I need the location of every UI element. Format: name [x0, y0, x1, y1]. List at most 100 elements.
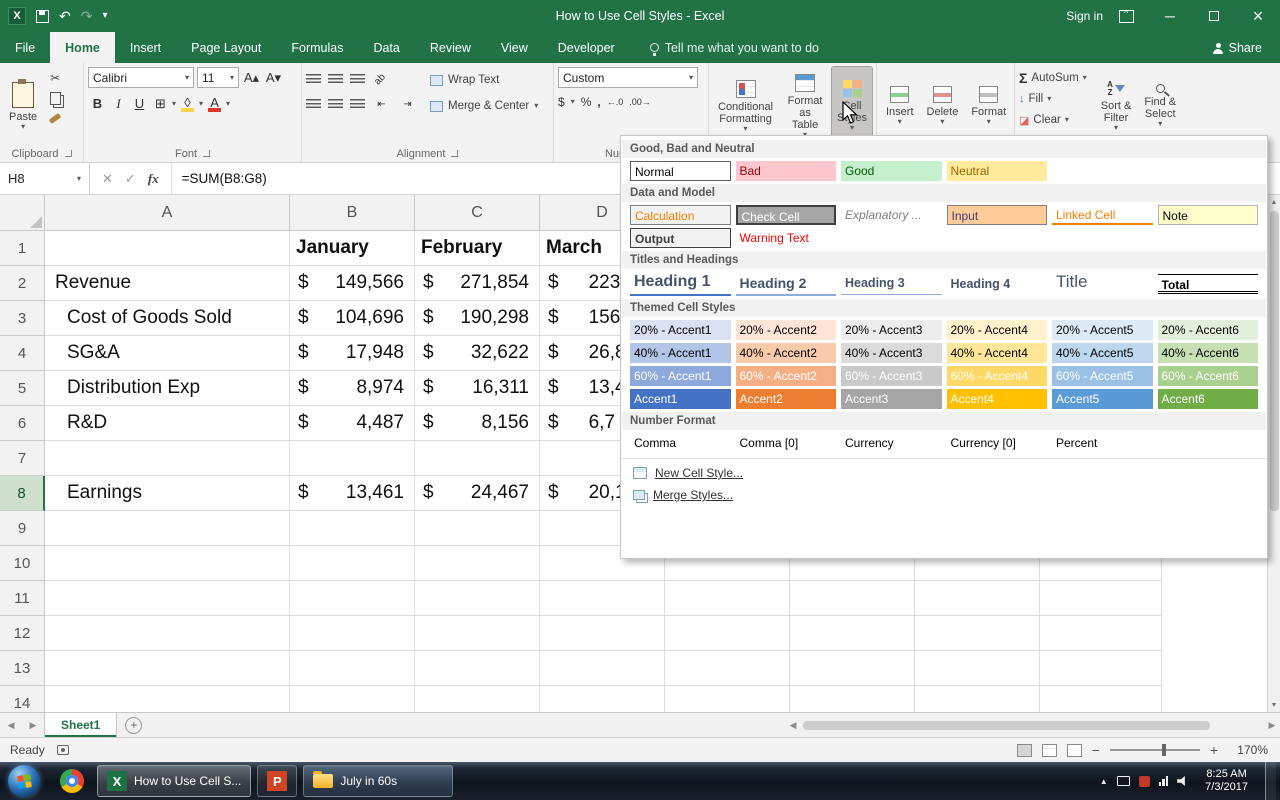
- cell-style-currency-0[interactable]: Currency [0]: [947, 433, 1048, 453]
- close-button[interactable]: ×: [1236, 0, 1280, 32]
- cell-B3[interactable]: $104,696: [290, 301, 415, 336]
- excel-taskbar-button[interactable]: X How to Use Cell S...: [97, 765, 252, 797]
- cell-style-total[interactable]: Total: [1157, 274, 1258, 294]
- row-header-11[interactable]: 11: [0, 581, 45, 616]
- cell-style-60-accent1[interactable]: 60% - Accent1: [630, 366, 731, 386]
- page-break-view-icon[interactable]: [1066, 743, 1082, 757]
- cell-style-20-accent5[interactable]: 20% - Accent5: [1052, 320, 1153, 340]
- sign-in-button[interactable]: Sign in: [1066, 9, 1103, 23]
- volume-icon[interactable]: [1177, 776, 1185, 786]
- select-all-corner[interactable]: [0, 195, 45, 231]
- excel-app-icon[interactable]: X: [8, 7, 26, 25]
- cell-style-60-accent2[interactable]: 60% - Accent2: [735, 366, 836, 386]
- cell-style-20-accent4[interactable]: 20% - Accent4: [946, 320, 1047, 340]
- cell-C6[interactable]: $8,156: [415, 406, 540, 441]
- cell-style-title[interactable]: Title: [1052, 272, 1153, 296]
- row-header-12[interactable]: 12: [0, 616, 45, 651]
- row-header-3[interactable]: 3: [0, 301, 45, 336]
- cell-B4[interactable]: $17,948: [290, 336, 415, 371]
- tab-insert[interactable]: Insert: [115, 32, 176, 63]
- network-icon[interactable]: [1158, 776, 1169, 786]
- cell-D14[interactable]: [540, 686, 665, 712]
- sheet-tab-sheet1[interactable]: Sheet1: [44, 713, 118, 737]
- align-center-icon[interactable]: [328, 99, 343, 110]
- fill-color-button[interactable]: ◊: [178, 95, 197, 112]
- cell-style-check-cell[interactable]: Check Cell: [735, 205, 836, 225]
- copy-button[interactable]: [45, 89, 65, 107]
- cell-style-accent1[interactable]: Accent1: [630, 389, 731, 409]
- font-size-select[interactable]: 11 ▾: [197, 67, 239, 88]
- tab-page-layout[interactable]: Page Layout: [176, 32, 276, 63]
- cell-A12[interactable]: [45, 616, 290, 651]
- cancel-formula-icon[interactable]: ✕: [102, 171, 113, 187]
- horizontal-scroll-thumb[interactable]: [803, 720, 1211, 730]
- align-bottom-icon[interactable]: [350, 74, 365, 85]
- row-header-9[interactable]: 9: [0, 511, 45, 546]
- cell-empty[interactable]: [915, 651, 1040, 686]
- decrease-indent-icon[interactable]: ⇤: [372, 95, 391, 114]
- tab-home[interactable]: Home: [50, 32, 115, 63]
- font-name-select[interactable]: Calibri ▾: [88, 67, 194, 88]
- cell-A10[interactable]: [45, 546, 290, 581]
- italic-button[interactable]: I: [109, 94, 128, 113]
- cut-button[interactable]: ✂: [45, 69, 65, 87]
- tab-data[interactable]: Data: [358, 32, 414, 63]
- cell-style-percent[interactable]: Percent: [1052, 433, 1153, 453]
- cell-C12[interactable]: [415, 616, 540, 651]
- orientation-icon[interactable]: ab: [368, 67, 393, 92]
- sheet-nav-left-icon[interactable]: ◀: [0, 713, 22, 737]
- format-as-table-button[interactable]: Format as Table ▾: [781, 67, 829, 145]
- cell-A14[interactable]: [45, 686, 290, 712]
- vertical-scrollbar[interactable]: ▲ ▼: [1267, 195, 1280, 712]
- cell-C11[interactable]: [415, 581, 540, 616]
- cell-style-20-accent2[interactable]: 20% - Accent2: [735, 320, 836, 340]
- cell-empty[interactable]: [665, 616, 790, 651]
- cell-empty[interactable]: [1040, 581, 1162, 616]
- cell-styles-button[interactable]: Cell Styles ▾: [831, 66, 873, 146]
- decrease-decimal-button[interactable]: .00→: [629, 97, 651, 107]
- insert-function-icon[interactable]: fx: [148, 171, 159, 187]
- cell-empty[interactable]: [1040, 686, 1162, 712]
- cell-B10[interactable]: [290, 546, 415, 581]
- cell-empty[interactable]: [1040, 651, 1162, 686]
- row-header-13[interactable]: 13: [0, 651, 45, 686]
- page-layout-view-icon[interactable]: [1041, 743, 1057, 757]
- cell-style-60-accent5[interactable]: 60% - Accent5: [1052, 366, 1153, 386]
- cell-C13[interactable]: [415, 651, 540, 686]
- chrome-taskbar-icon[interactable]: [60, 769, 84, 793]
- accounting-format-button[interactable]: $: [558, 95, 565, 109]
- row-header-6[interactable]: 6: [0, 406, 45, 441]
- row-header-5[interactable]: 5: [0, 371, 45, 406]
- vertical-scroll-thumb[interactable]: [1270, 211, 1279, 511]
- zoom-in-button[interactable]: +: [1210, 742, 1218, 758]
- tab-formulas[interactable]: Formulas: [276, 32, 358, 63]
- macro-record-icon[interactable]: [56, 745, 69, 755]
- conditional-formatting-button[interactable]: Conditional Formatting ▾: [713, 67, 778, 145]
- merge-center-button[interactable]: Merge & Center ▾: [430, 96, 538, 116]
- clear-button[interactable]: ◪ Clear ▾: [1019, 111, 1087, 129]
- cell-A9[interactable]: [45, 511, 290, 546]
- borders-icon[interactable]: ⊞: [151, 94, 170, 113]
- cell-style-note[interactable]: Note: [1157, 205, 1258, 225]
- align-top-icon[interactable]: [306, 74, 321, 85]
- row-header-1[interactable]: 1: [0, 231, 45, 266]
- formula-input[interactable]: =SUM(B8:G8): [172, 163, 267, 194]
- scroll-up-icon[interactable]: ▲: [1268, 195, 1280, 209]
- delete-cells-button[interactable]: Delete ▾: [922, 67, 964, 145]
- cell-style-calculation[interactable]: Calculation: [630, 205, 731, 225]
- tab-review[interactable]: Review: [415, 32, 486, 63]
- sort-filter-button[interactable]: AZ Sort & Filter ▾: [1096, 67, 1137, 145]
- cell-A4[interactable]: SG&A: [45, 336, 290, 371]
- cell-B12[interactable]: [290, 616, 415, 651]
- cell-C2[interactable]: $271,854: [415, 266, 540, 301]
- cell-style-currency[interactable]: Currency: [841, 433, 942, 453]
- cell-style-normal[interactable]: Normal: [630, 161, 731, 181]
- cell-style-warning-text[interactable]: Warning Text: [736, 228, 837, 248]
- cell-style-output[interactable]: Output: [630, 228, 731, 248]
- cell-style-60-accent3[interactable]: 60% - Accent3: [841, 366, 942, 386]
- redo-button[interactable]: ↷: [81, 9, 93, 23]
- cell-style-40-accent3[interactable]: 40% - Accent3: [841, 343, 942, 363]
- confirm-formula-icon[interactable]: ✓: [125, 171, 136, 187]
- cell-A6[interactable]: R&D: [45, 406, 290, 441]
- zoom-level[interactable]: 170%: [1228, 743, 1268, 757]
